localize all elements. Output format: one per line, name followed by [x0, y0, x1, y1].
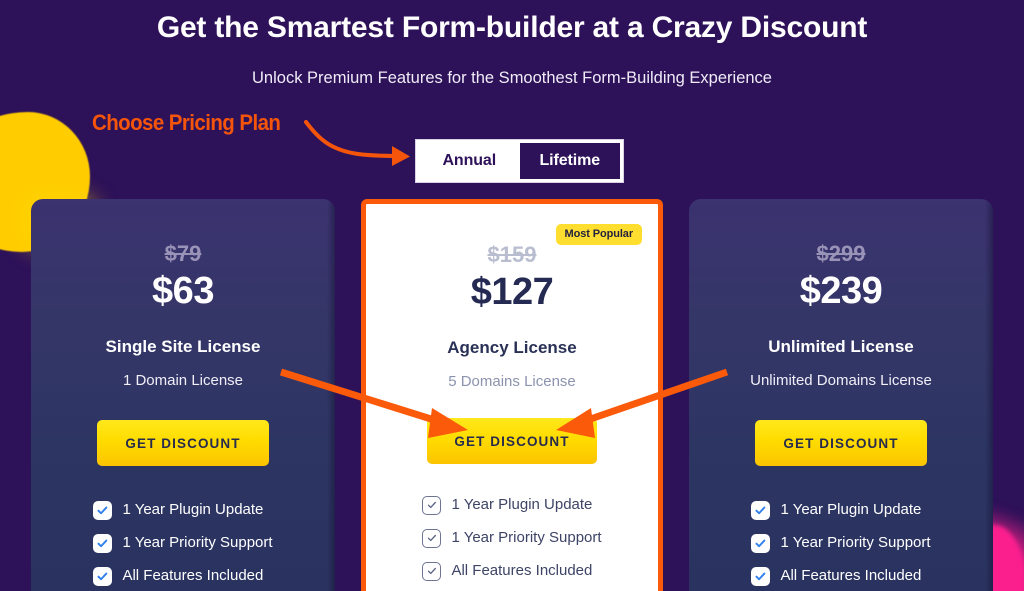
- feature-label: 1 Year Plugin Update: [122, 501, 264, 518]
- plan-domains: Unlimited Domains License: [750, 372, 932, 389]
- checkmark-icon: [422, 561, 442, 581]
- feature-label: 1 Year Plugin Update: [780, 501, 922, 518]
- feature-item: All Features Included: [422, 561, 601, 581]
- plan-name: Single Site License: [105, 337, 261, 356]
- discounted-price: $127: [470, 271, 554, 313]
- discounted-price: $63: [152, 270, 214, 312]
- checkmark-icon: [751, 533, 771, 553]
- pricing-card-unlimited[interactable]: $299 $239 Unlimited License Unlimited Do…: [689, 199, 993, 591]
- feature-label: All Features Included: [780, 567, 922, 584]
- plan-domains: 1 Domain License: [122, 372, 244, 389]
- feature-label: 1 Year Plugin Update: [451, 496, 593, 513]
- feature-label: All Features Included: [122, 567, 264, 584]
- feature-item: All Features Included: [751, 566, 930, 586]
- feature-label: 1 Year Priority Support: [451, 529, 602, 546]
- feature-label: All Features Included: [451, 562, 593, 579]
- original-price: $159: [487, 242, 537, 267]
- toggle-option-lifetime[interactable]: Lifetime: [519, 143, 620, 179]
- get-discount-button[interactable]: GET DISCOUNT: [97, 420, 269, 466]
- feature-list: 1 Year Plugin Update 1 Year Priority Sup…: [422, 495, 602, 591]
- feature-item: 1 Year Priority Support: [93, 533, 273, 553]
- discounted-price: $239: [799, 270, 883, 312]
- page-title: Get the Smartest Form-builder at a Crazy…: [156, 11, 868, 44]
- curved-arrow-right-icon: [304, 120, 410, 166]
- checkmark-icon: [422, 495, 442, 515]
- plan-domains: 5 Domains License: [448, 373, 576, 390]
- feature-item: 1 Year Priority Support: [751, 533, 931, 553]
- billing-period-toggle[interactable]: Annual Lifetime: [415, 139, 624, 183]
- checkmark-icon: [751, 500, 771, 520]
- plan-name: Agency License: [447, 338, 577, 357]
- feature-label: 1 Year Priority Support: [122, 534, 273, 551]
- page-subtitle: Unlock Premium Features for the Smoothes…: [252, 69, 772, 87]
- feature-item: 1 Year Plugin Update: [751, 500, 930, 520]
- feature-item: 1 Year Plugin Update: [422, 495, 601, 515]
- pricing-card-agency[interactable]: Most Popular $159 $127 Agency License 5 …: [361, 199, 663, 591]
- choose-pricing-plan-annotation: Choose Pricing Plan: [92, 110, 281, 135]
- most-popular-badge: Most Popular: [555, 224, 642, 245]
- checkmark-icon: [751, 566, 771, 586]
- original-price: $79: [164, 241, 202, 266]
- checkmark-icon: [93, 566, 113, 586]
- plan-name: Unlimited License: [768, 337, 914, 356]
- feature-item: 1 Year Priority Support: [422, 528, 602, 548]
- pricing-card-single-site[interactable]: $79 $63 Single Site License 1 Domain Lic…: [31, 199, 335, 591]
- get-discount-button[interactable]: GET DISCOUNT: [427, 418, 597, 464]
- checkmark-icon: [93, 533, 113, 553]
- checkmark-icon: [422, 528, 442, 548]
- toggle-option-annual[interactable]: Annual: [419, 143, 520, 179]
- get-discount-button[interactable]: GET DISCOUNT: [755, 420, 927, 466]
- checkmark-icon: [93, 500, 113, 520]
- feature-item: All Features Included: [93, 566, 272, 586]
- feature-list: 1 Year Plugin Update 1 Year Priority Sup…: [751, 500, 931, 591]
- feature-label: 1 Year Priority Support: [780, 534, 931, 551]
- feature-list: 1 Year Plugin Update 1 Year Priority Sup…: [93, 500, 273, 591]
- feature-item: 1 Year Plugin Update: [93, 500, 272, 520]
- page-header: Get the Smartest Form-builder at a Crazy…: [0, 0, 1024, 90]
- original-price: $299: [816, 241, 866, 266]
- pricing-cards: $79 $63 Single Site License 1 Domain Lic…: [0, 199, 1024, 591]
